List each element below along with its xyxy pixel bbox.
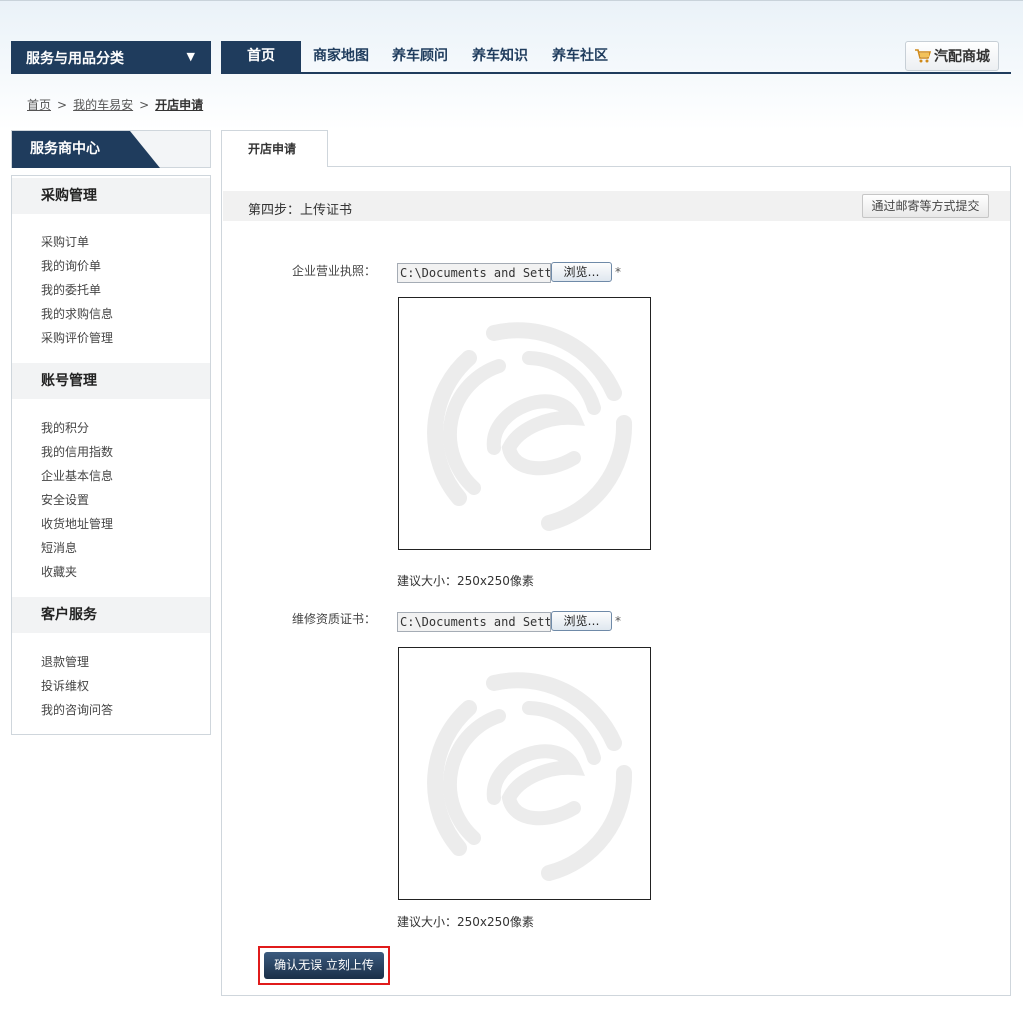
sidebar-link-my-commissions[interactable]: 我的委托单 bbox=[41, 281, 101, 298]
business-license-file-input[interactable]: C:\Documents and Sett bbox=[397, 263, 551, 283]
auto-parts-mall-button[interactable]: 汽配商城 bbox=[905, 41, 999, 71]
business-license-preview bbox=[398, 297, 651, 550]
required-marker: * bbox=[615, 265, 621, 279]
nav-car-community[interactable]: 养车社区 bbox=[545, 41, 615, 72]
sidebar-title: 服务商中心 bbox=[12, 131, 160, 168]
sidebar: 采购管理 采购订单 我的询价单 我的委托单 我的求购信息 采购评价管理 账号管理… bbox=[11, 175, 211, 735]
mall-label: 汽配商城 bbox=[934, 49, 990, 65]
sidebar-link-complaints[interactable]: 投诉维权 bbox=[41, 677, 89, 694]
main-panel: 第四步：上传证书 通过邮寄等方式提交 企业营业执照： C:\Documents … bbox=[221, 166, 1011, 996]
sidebar-link-purchase-orders[interactable]: 采购订单 bbox=[41, 233, 89, 250]
tab-shop-application[interactable]: 开店申请 bbox=[221, 130, 328, 167]
sidebar-link-security[interactable]: 安全设置 bbox=[41, 491, 89, 508]
repair-cert-size-hint: 建议大小：250x250像素 bbox=[397, 915, 534, 929]
breadcrumb-my-account[interactable]: 我的车易安 bbox=[73, 98, 133, 112]
sidebar-link-favorites[interactable]: 收藏夹 bbox=[41, 563, 77, 580]
category-dropdown[interactable]: 服务与用品分类 ▼ bbox=[11, 41, 211, 74]
shopping-cart-icon bbox=[915, 49, 932, 63]
main-nav: 首页 商家地图 养车顾问 养车知识 养车社区 汽配商城 bbox=[221, 41, 1011, 74]
sidebar-header: 服务商中心 bbox=[11, 130, 211, 168]
nav-car-advisor[interactable]: 养车顾问 bbox=[385, 41, 455, 72]
category-label: 服务与用品分类 bbox=[26, 50, 124, 67]
sidebar-link-refunds[interactable]: 退款管理 bbox=[41, 653, 89, 670]
sidebar-link-my-inquiries[interactable]: 我的询价单 bbox=[41, 257, 101, 274]
nav-merchant-map[interactable]: 商家地图 bbox=[306, 41, 376, 72]
sidebar-link-wanted-info[interactable]: 我的求购信息 bbox=[41, 305, 113, 322]
business-license-label: 企业营业执照： bbox=[292, 264, 377, 278]
placeholder-logo-icon bbox=[427, 322, 633, 531]
required-marker: * bbox=[615, 614, 621, 628]
sidebar-link-qa[interactable]: 我的咨询问答 bbox=[41, 701, 113, 718]
sidebar-link-purchase-reviews[interactable]: 采购评价管理 bbox=[41, 329, 113, 346]
sidebar-link-addresses[interactable]: 收货地址管理 bbox=[41, 515, 113, 532]
breadcrumb-current: 开店申请 bbox=[155, 98, 204, 112]
sidebar-link-credit-index[interactable]: 我的信用指数 bbox=[41, 443, 113, 460]
breadcrumb-separator: > bbox=[139, 98, 150, 112]
business-license-size-hint: 建议大小：250x250像素 bbox=[397, 574, 534, 588]
business-license-browse-button[interactable]: 浏览… bbox=[551, 262, 612, 282]
sidebar-group-customer-service: 客户服务 bbox=[12, 597, 210, 633]
repair-cert-file-input[interactable]: C:\Documents and Sett bbox=[397, 612, 551, 632]
placeholder-logo-icon bbox=[427, 672, 633, 881]
step-title: 第四步：上传证书 bbox=[248, 203, 353, 218]
repair-cert-label: 维修资质证书： bbox=[292, 612, 377, 626]
sidebar-group-purchase: 采购管理 bbox=[12, 178, 210, 214]
confirm-upload-button[interactable]: 确认无误 立刻上传 bbox=[264, 952, 384, 979]
sidebar-link-messages[interactable]: 短消息 bbox=[41, 539, 77, 556]
chevron-down-icon: ▼ bbox=[186, 50, 195, 63]
submit-highlight: 确认无误 立刻上传 bbox=[258, 946, 390, 985]
breadcrumb-home[interactable]: 首页 bbox=[27, 98, 51, 112]
repair-cert-preview bbox=[398, 647, 651, 900]
nav-car-knowledge[interactable]: 养车知识 bbox=[465, 41, 535, 72]
repair-cert-browse-button[interactable]: 浏览… bbox=[551, 611, 612, 631]
sidebar-group-account: 账号管理 bbox=[12, 363, 210, 399]
nav-home[interactable]: 首页 bbox=[221, 41, 301, 72]
breadcrumb: 首页 > 我的车易安 > 开店申请 bbox=[27, 96, 203, 113]
step-bar: 第四步：上传证书 通过邮寄等方式提交 bbox=[223, 191, 1010, 221]
sidebar-link-company-info[interactable]: 企业基本信息 bbox=[41, 467, 113, 484]
sidebar-link-my-points[interactable]: 我的积分 bbox=[41, 419, 89, 436]
breadcrumb-separator: > bbox=[57, 98, 68, 112]
submit-by-mail-button[interactable]: 通过邮寄等方式提交 bbox=[862, 194, 989, 218]
